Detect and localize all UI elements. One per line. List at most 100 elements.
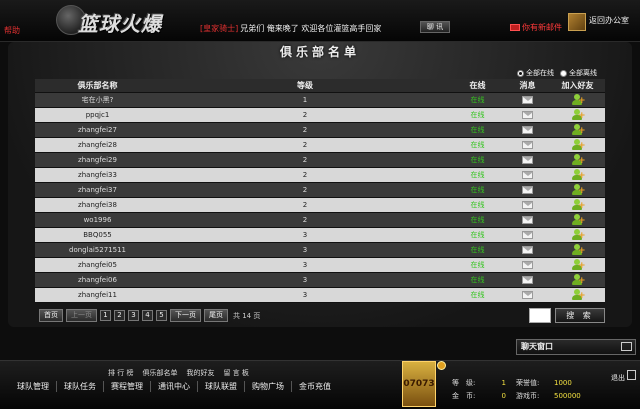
search-input[interactable] bbox=[529, 308, 551, 323]
message-cell bbox=[505, 93, 550, 107]
first-page-button[interactable]: 首页 bbox=[39, 309, 63, 322]
stat-row: 等 级: 1 荣誉值: 1000 bbox=[452, 376, 581, 389]
ticker-sender: [皇家骑士] bbox=[200, 23, 239, 33]
col-level: 等级 bbox=[297, 81, 313, 90]
subnav-message-board[interactable]: 留 言 板 bbox=[223, 368, 248, 378]
page-number[interactable]: 2 bbox=[114, 310, 125, 321]
chat-window[interactable]: 聊天窗口 bbox=[516, 339, 636, 355]
table-row: BBQ055 3 在线 + bbox=[35, 228, 605, 243]
filter-online-label: 全部在线 bbox=[526, 69, 554, 77]
add-friend-icon[interactable]: + bbox=[571, 109, 586, 121]
club-level: 3 bbox=[302, 276, 308, 284]
maximize-icon[interactable] bbox=[621, 342, 632, 351]
nav-alliance[interactable]: 球队联盟 bbox=[198, 381, 245, 392]
add-friend-cell: + bbox=[550, 108, 605, 122]
add-friend-icon[interactable]: + bbox=[571, 139, 586, 151]
envelope-icon[interactable] bbox=[522, 201, 533, 209]
radio-selected-icon[interactable] bbox=[517, 69, 524, 77]
new-mail-link[interactable]: 你有新邮件 bbox=[522, 22, 562, 33]
envelope-icon[interactable] bbox=[522, 231, 533, 239]
envelope-icon[interactable] bbox=[522, 276, 533, 284]
add-friend-icon[interactable]: + bbox=[571, 289, 586, 301]
add-friend-icon[interactable]: + bbox=[571, 94, 586, 106]
add-friend-icon[interactable]: + bbox=[571, 154, 586, 166]
envelope-icon[interactable] bbox=[522, 111, 533, 119]
envelope-icon[interactable] bbox=[522, 126, 533, 134]
envelope-icon[interactable] bbox=[522, 291, 533, 299]
avatar[interactable]: 07073 bbox=[402, 361, 436, 407]
add-friend-icon[interactable]: + bbox=[571, 274, 586, 286]
online-status: 在线 bbox=[470, 261, 485, 269]
envelope-icon[interactable] bbox=[522, 141, 533, 149]
nav-recharge[interactable]: 金币充值 bbox=[292, 381, 338, 392]
nav-team-management[interactable]: 球队管理 bbox=[10, 381, 57, 392]
search-button[interactable]: 搜 索 bbox=[555, 308, 605, 323]
exit-link[interactable]: 退出 bbox=[611, 373, 625, 383]
club-level: 2 bbox=[302, 111, 308, 119]
filter-offline-label: 全部离线 bbox=[569, 69, 597, 77]
nav-team-tasks[interactable]: 球队任务 bbox=[57, 381, 104, 392]
radio-icon[interactable] bbox=[560, 69, 567, 77]
page-number[interactable]: 5 bbox=[156, 310, 167, 321]
filter-all-online[interactable]: 全部在线 bbox=[517, 68, 554, 78]
page-number[interactable]: 1 bbox=[100, 310, 111, 321]
envelope-icon[interactable] bbox=[522, 216, 533, 224]
add-friend-cell: + bbox=[550, 153, 605, 167]
club-name: zhangfei28 bbox=[78, 141, 117, 149]
last-page-button[interactable]: 尾页 bbox=[204, 309, 228, 322]
envelope-icon[interactable] bbox=[522, 261, 533, 269]
next-page-button[interactable]: 下一页 bbox=[170, 309, 201, 322]
online-status: 在线 bbox=[470, 231, 485, 239]
envelope-icon[interactable] bbox=[522, 186, 533, 194]
online-status: 在线 bbox=[470, 156, 485, 164]
add-friend-icon[interactable]: + bbox=[571, 169, 586, 181]
nav-shop[interactable]: 购物广场 bbox=[245, 381, 292, 392]
message-cell bbox=[505, 243, 550, 257]
add-friend-icon[interactable]: + bbox=[571, 124, 586, 136]
mail-icon[interactable] bbox=[510, 24, 520, 31]
page-number[interactable]: 3 bbox=[128, 310, 139, 321]
add-friend-icon[interactable]: + bbox=[571, 214, 586, 226]
prev-page-button[interactable]: 上一页 bbox=[66, 309, 97, 322]
subnav-club-list[interactable]: 俱乐部名单 bbox=[142, 368, 177, 378]
page-total: 共 14 页 bbox=[233, 311, 261, 320]
help-link[interactable]: 帮助 bbox=[4, 25, 20, 36]
online-status: 在线 bbox=[470, 246, 485, 254]
office-icon[interactable] bbox=[568, 13, 586, 31]
nav-communication[interactable]: 通讯中心 bbox=[151, 381, 198, 392]
ticker-button[interactable]: 聊 讯 bbox=[420, 21, 450, 33]
online-status: 在线 bbox=[470, 141, 485, 149]
add-friend-icon[interactable]: + bbox=[571, 199, 586, 211]
subnav-friends[interactable]: 我的好友 bbox=[186, 368, 214, 378]
subnav-ranking[interactable]: 排 行 榜 bbox=[108, 368, 133, 378]
page-number[interactable]: 4 bbox=[142, 310, 153, 321]
online-status: 在线 bbox=[470, 126, 485, 134]
add-friend-icon[interactable]: + bbox=[571, 229, 586, 241]
ticker-message: 兄弟们 俺来晚了 欢迎各位灌篮高手回家 bbox=[240, 23, 382, 33]
envelope-icon[interactable] bbox=[522, 96, 533, 104]
add-friend-cell: + bbox=[550, 213, 605, 227]
message-cell bbox=[505, 213, 550, 227]
sub-nav: 排 行 榜 俱乐部名单 我的好友 留 言 板 bbox=[108, 368, 249, 378]
add-friend-cell: + bbox=[550, 243, 605, 257]
envelope-icon[interactable] bbox=[522, 246, 533, 254]
club-name: zhangfei11 bbox=[78, 291, 117, 299]
table-body: 宅在小黑? 1 在线 + ppqjc1 2 在线 + zhangfei27 2 在线 + zhangfe… bbox=[35, 93, 605, 303]
envelope-icon[interactable] bbox=[522, 156, 533, 164]
add-friend-cell: + bbox=[550, 273, 605, 287]
club-level: 2 bbox=[302, 126, 308, 134]
add-friend-icon[interactable]: + bbox=[571, 184, 586, 196]
table-row: zhangfei38 2 在线 + bbox=[35, 198, 605, 213]
filter-all-offline[interactable]: 全部离线 bbox=[560, 68, 597, 78]
return-office-link[interactable]: 返回办公室 bbox=[589, 15, 629, 26]
envelope-icon[interactable] bbox=[522, 171, 533, 179]
add-friend-icon[interactable]: + bbox=[571, 244, 586, 256]
table-row: zhangfei37 2 在线 + bbox=[35, 183, 605, 198]
level-value: 1 bbox=[501, 378, 506, 387]
nav-schedule[interactable]: 赛程管理 bbox=[104, 381, 151, 392]
club-name: zhangfei33 bbox=[78, 171, 117, 179]
main-nav: 球队管理 球队任务 赛程管理 通讯中心 球队联盟 购物广场 金币充值 bbox=[10, 381, 338, 392]
exit-icon[interactable] bbox=[627, 370, 636, 380]
player-stats: 等 级: 1 荣誉值: 1000 金 币: 0 游戏币: 500000 bbox=[452, 376, 581, 402]
add-friend-icon[interactable]: + bbox=[571, 259, 586, 271]
